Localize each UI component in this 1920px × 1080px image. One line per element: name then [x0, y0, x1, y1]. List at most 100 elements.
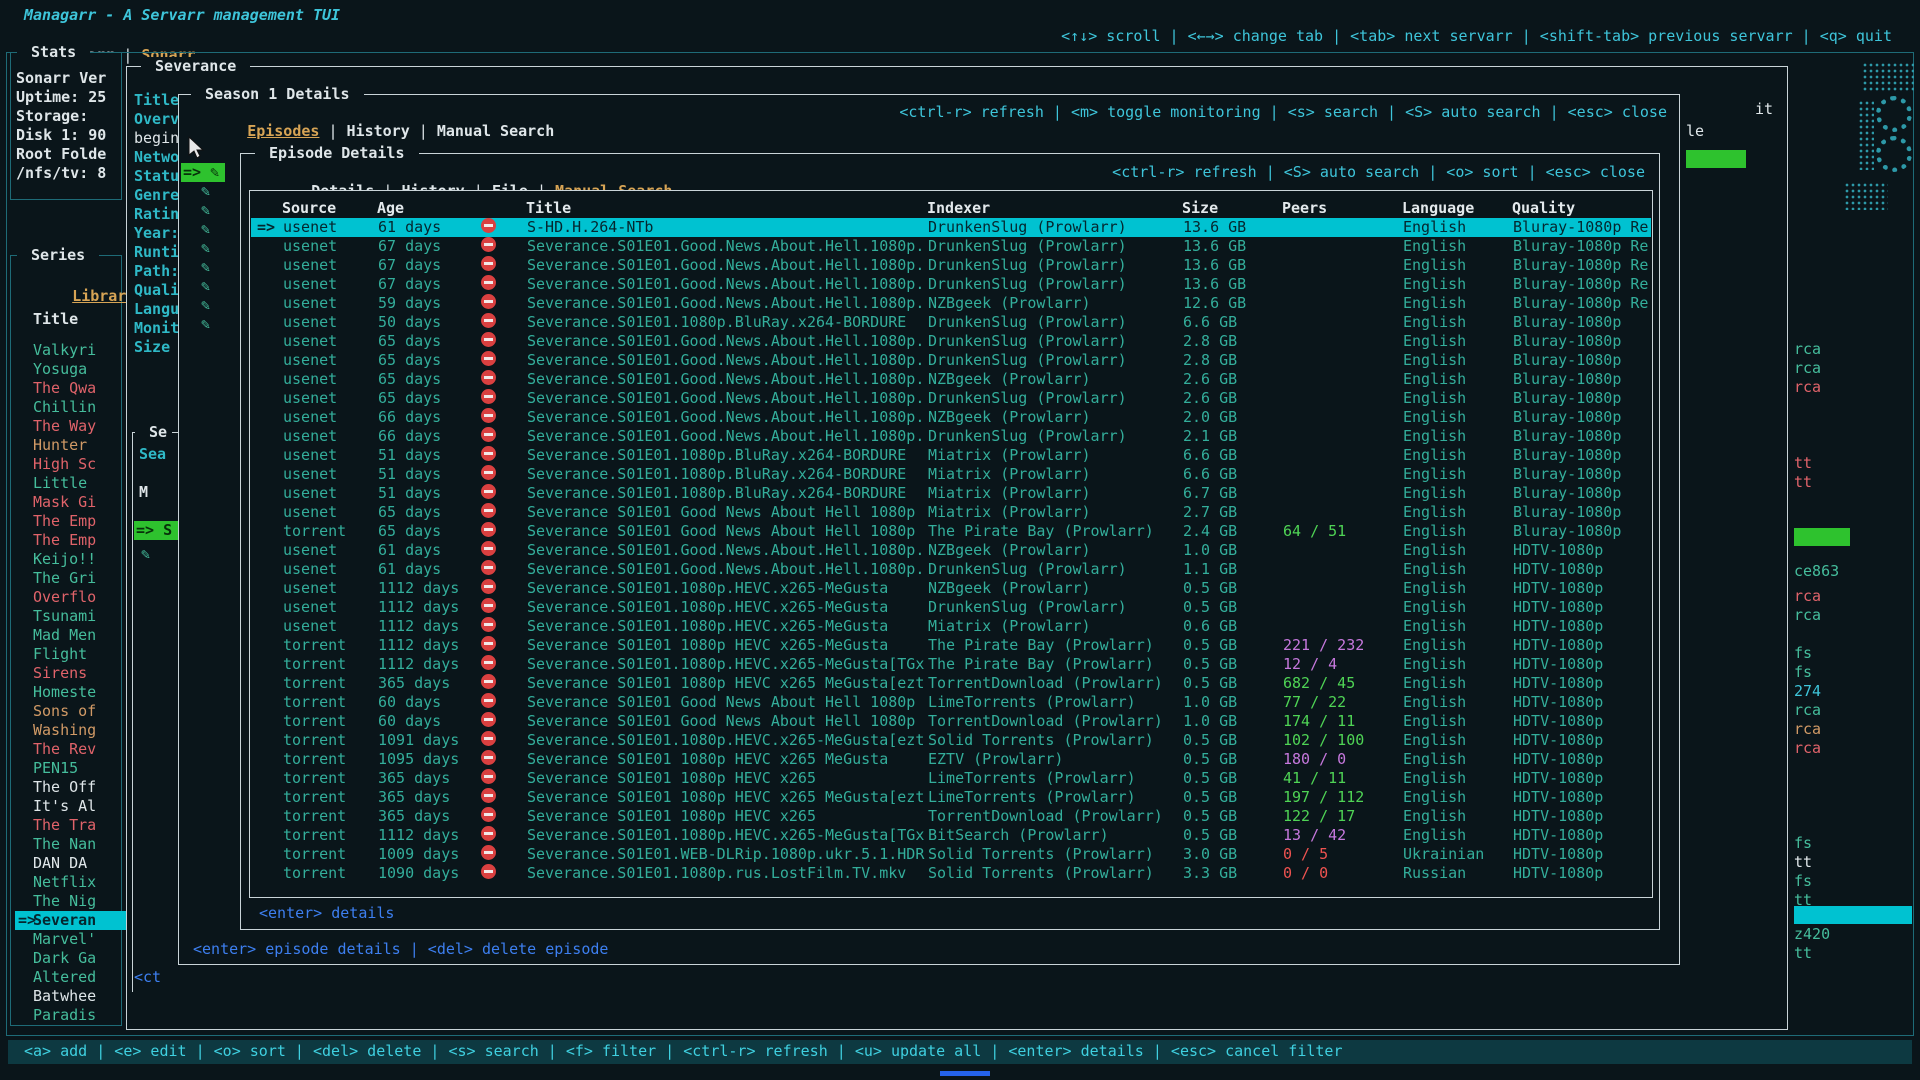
series-list-item[interactable]: Chillin: [15, 398, 127, 417]
release-row[interactable]: usenet66 daysSeverance.S01E01.Good.News.…: [251, 408, 1651, 427]
series-list-item[interactable]: Sons of: [15, 702, 127, 721]
release-row[interactable]: torrent1112 daysSeverance.S01E01.1080p.H…: [251, 655, 1651, 674]
rejected-icon: [481, 636, 496, 651]
release-row[interactable]: torrent365 daysSeverance S01E01 1080p HE…: [251, 674, 1651, 693]
series-title: The Qwa: [33, 379, 96, 397]
release-row[interactable]: =>usenet61 daysS-HD.H.264-NTbDrunkenSlug…: [251, 218, 1651, 237]
release-row[interactable]: usenet65 daysSeverance.S01E01.Good.News.…: [251, 389, 1651, 408]
release-row[interactable]: torrent1009 daysSeverance.S01E01.WEB-DLR…: [251, 845, 1651, 864]
release-indexer: NZBgeek (Prowlarr): [928, 579, 1091, 598]
series-list-item[interactable]: DAN DA: [15, 854, 127, 873]
series-list-item[interactable]: Altered: [15, 968, 127, 987]
release-title: Severance.S01E01.1080p.HEVC.x265-MeGusta: [527, 579, 888, 598]
series-list-item[interactable]: Keijo!!: [15, 550, 127, 569]
season-modal-tab[interactable]: Episodes |: [247, 122, 346, 140]
release-row[interactable]: usenet51 daysSeverance.S01E01.1080p.BluR…: [251, 446, 1651, 465]
series-list-item[interactable]: High Sc: [15, 455, 127, 474]
series-list-item[interactable]: Homeste: [15, 683, 127, 702]
series-list-item[interactable]: Netflix: [15, 873, 127, 892]
release-row[interactable]: torrent1090 daysSeverance.S01E01.1080p.r…: [251, 864, 1651, 883]
series-list-item[interactable]: PEN15: [15, 759, 127, 778]
release-source: torrent: [283, 845, 346, 864]
release-age: 60 days: [378, 693, 441, 712]
release-source: usenet: [283, 351, 337, 370]
release-row[interactable]: usenet1112 daysSeverance.S01E01.1080p.HE…: [251, 617, 1651, 636]
release-age: 365 days: [378, 788, 450, 807]
series-title: Paradis: [33, 1006, 96, 1024]
series-list-item[interactable]: Flight: [15, 645, 127, 664]
series-list-item[interactable]: It's Al: [15, 797, 127, 816]
series-list-item[interactable]: Sirens: [15, 664, 127, 683]
release-size: 2.6 GB: [1183, 370, 1237, 389]
release-row[interactable]: usenet65 daysSeverance.S01E01.Good.News.…: [251, 332, 1651, 351]
release-row[interactable]: usenet65 daysSeverance.S01E01.Good.News.…: [251, 370, 1651, 389]
series-list-item[interactable]: The Way: [15, 417, 127, 436]
series-list-item[interactable]: Hunter: [15, 436, 127, 455]
rejected-icon: [481, 351, 496, 366]
release-row[interactable]: usenet59 daysSeverance.S01E01.Good.News.…: [251, 294, 1651, 313]
series-list-item[interactable]: The Rev: [15, 740, 127, 759]
series-list-item[interactable]: The Nan: [15, 835, 127, 854]
release-row[interactable]: torrent365 daysSeverance S01E01 1080p HE…: [251, 788, 1651, 807]
release-row[interactable]: usenet67 daysSeverance.S01E01.Good.News.…: [251, 256, 1651, 275]
release-indexer: Miatrix (Prowlarr): [928, 446, 1091, 465]
series-list-item[interactable]: Washing: [15, 721, 127, 740]
series-list-item[interactable]: The Gri: [15, 569, 127, 588]
release-row[interactable]: usenet66 daysSeverance.S01E01.Good.News.…: [251, 427, 1651, 446]
series-list-item[interactable]: Little: [15, 474, 127, 493]
release-row[interactable]: usenet65 daysSeverance S01E01 Good News …: [251, 503, 1651, 522]
release-quality: HDTV-1080p: [1513, 579, 1603, 598]
series-list-item[interactable]: The Emp: [15, 531, 127, 550]
release-row[interactable]: usenet51 daysSeverance.S01E01.1080p.BluR…: [251, 465, 1651, 484]
series-list-item[interactable]: The Emp: [15, 512, 127, 531]
release-language: English: [1403, 218, 1466, 237]
release-row[interactable]: usenet61 daysSeverance.S01E01.Good.News.…: [251, 541, 1651, 560]
release-indexer: Miatrix (Prowlarr): [928, 617, 1091, 636]
season-modal-tab[interactable]: Manual Search: [437, 122, 554, 140]
stats-line: Sonarr Ver: [16, 69, 106, 88]
episode-modal-title: Episode Details: [255, 144, 419, 163]
series-list-item[interactable]: The Tra: [15, 816, 127, 835]
release-row[interactable]: usenet50 daysSeverance.S01E01.1080p.BluR…: [251, 313, 1651, 332]
series-list-item[interactable]: Marvel': [15, 930, 127, 949]
release-size: 1.1 GB: [1183, 560, 1237, 579]
series-list-item[interactable]: Mask Gi: [15, 493, 127, 512]
release-row[interactable]: torrent60 daysSeverance S01E01 Good News…: [251, 693, 1651, 712]
release-source: torrent: [283, 750, 346, 769]
series-list-item[interactable]: Batwhee: [15, 987, 127, 1006]
release-quality: HDTV-1080p: [1513, 693, 1603, 712]
series-list-item[interactable]: => Severan: [15, 911, 127, 930]
release-row[interactable]: torrent1112 daysSeverance S01E01 1080p H…: [251, 636, 1651, 655]
series-list-item[interactable]: Tsunami: [15, 607, 127, 626]
release-row[interactable]: usenet1112 daysSeverance.S01E01.1080p.HE…: [251, 598, 1651, 617]
series-title: The Gri: [33, 569, 96, 587]
series-list-item[interactable]: Mad Men: [15, 626, 127, 645]
release-row[interactable]: torrent365 daysSeverance S01E01 1080p HE…: [251, 807, 1651, 826]
series-list-item[interactable]: The Off: [15, 778, 127, 797]
release-row[interactable]: torrent1095 daysSeverance S01E01 1080p H…: [251, 750, 1651, 769]
series-list-item[interactable]: The Nig: [15, 892, 127, 911]
release-row[interactable]: usenet1112 daysSeverance.S01E01.1080p.HE…: [251, 579, 1651, 598]
rejected-icon: [481, 503, 496, 518]
release-row[interactable]: torrent1112 daysSeverance.S01E01.1080p.H…: [251, 826, 1651, 845]
release-row[interactable]: torrent365 daysSeverance S01E01 1080p HE…: [251, 769, 1651, 788]
series-list-item[interactable]: Paradis: [15, 1006, 127, 1025]
release-row[interactable]: usenet67 daysSeverance.S01E01.Good.News.…: [251, 275, 1651, 294]
release-row[interactable]: usenet67 daysSeverance.S01E01.Good.News.…: [251, 237, 1651, 256]
release-row[interactable]: torrent65 daysSeverance S01E01 Good News…: [251, 522, 1651, 541]
series-list-item[interactable]: Dark Ga: [15, 949, 127, 968]
release-age: 50 days: [378, 313, 441, 332]
release-row[interactable]: usenet61 daysSeverance.S01E01.Good.News.…: [251, 560, 1651, 579]
series-title: Sirens: [33, 664, 87, 682]
release-row[interactable]: usenet65 daysSeverance.S01E01.Good.News.…: [251, 351, 1651, 370]
release-row[interactable]: torrent60 daysSeverance S01E01 Good News…: [251, 712, 1651, 731]
series-list-item[interactable]: Yosuga: [15, 360, 127, 379]
season-modal-tab[interactable]: History |: [347, 122, 437, 140]
series-list-item[interactable]: The Qwa: [15, 379, 127, 398]
series-list-item[interactable]: Valkyri: [15, 341, 127, 360]
release-row[interactable]: usenet51 daysSeverance.S01E01.1080p.BluR…: [251, 484, 1651, 503]
selected-episode-row[interactable]: => ✎: [181, 163, 225, 182]
release-row[interactable]: torrent1091 daysSeverance.S01E01.1080p.H…: [251, 731, 1651, 750]
series-list-item[interactable]: Overflo: [15, 588, 127, 607]
release-language: English: [1403, 769, 1466, 788]
